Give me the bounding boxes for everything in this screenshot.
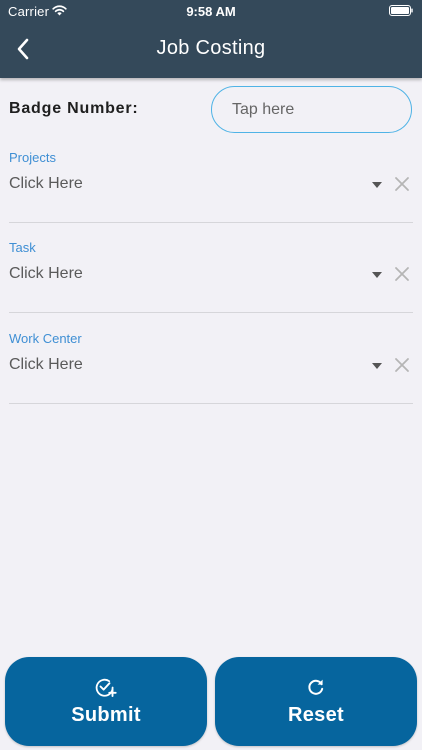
projects-dropdown[interactable]: Click Here bbox=[9, 175, 83, 193]
app-header: Carrier 9:58 AM Job Costing bbox=[0, 0, 422, 78]
projects-field: Projects Click Here bbox=[9, 150, 413, 223]
caret-down-icon[interactable] bbox=[371, 362, 383, 370]
task-field: Task Click Here bbox=[9, 240, 413, 313]
status-time: 9:58 AM bbox=[186, 4, 236, 19]
refresh-icon bbox=[308, 679, 324, 695]
reset-label: Reset bbox=[288, 704, 344, 726]
caret-down-icon[interactable] bbox=[371, 181, 383, 189]
work-center-clear-button[interactable] bbox=[392, 355, 412, 375]
work-center-label: Work Center bbox=[9, 331, 82, 346]
badge-number-label: Badge Number: bbox=[9, 100, 139, 117]
navigation-bar: Job Costing bbox=[0, 22, 422, 78]
badge-number-input[interactable] bbox=[211, 86, 412, 133]
task-dropdown[interactable]: Click Here bbox=[9, 265, 83, 283]
check-circle-plus-icon bbox=[95, 678, 117, 697]
submit-label: Submit bbox=[71, 704, 141, 726]
task-label: Task bbox=[9, 240, 36, 255]
caret-down-icon[interactable] bbox=[371, 271, 383, 279]
close-icon bbox=[395, 358, 409, 372]
reset-icon-wrap bbox=[215, 677, 417, 697]
status-bar: Carrier 9:58 AM bbox=[0, 0, 422, 22]
projects-label: Projects bbox=[9, 150, 56, 165]
close-icon bbox=[395, 177, 409, 191]
submit-icon-wrap bbox=[5, 677, 207, 697]
work-center-dropdown[interactable]: Click Here bbox=[9, 356, 83, 374]
page-title: Job Costing bbox=[156, 37, 266, 59]
reset-button[interactable]: Reset bbox=[215, 657, 417, 746]
close-icon bbox=[395, 267, 409, 281]
submit-button[interactable]: Submit bbox=[5, 657, 207, 746]
battery-icon bbox=[389, 5, 413, 16]
task-clear-button[interactable] bbox=[392, 264, 412, 284]
projects-clear-button[interactable] bbox=[392, 174, 412, 194]
work-center-field: Work Center Click Here bbox=[9, 331, 413, 404]
